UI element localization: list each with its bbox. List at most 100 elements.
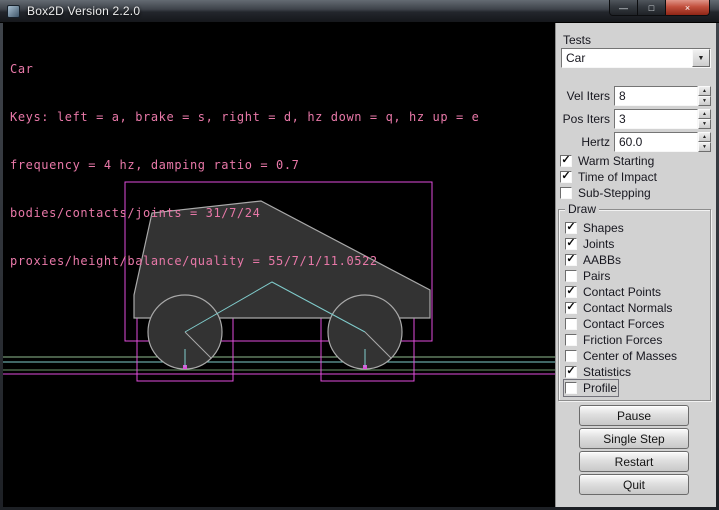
titlebar[interactable]: Box2D Version 2.2.0 — □ × bbox=[0, 0, 719, 23]
checkbox-center-of-masses[interactable]: Center of Masses bbox=[565, 349, 677, 363]
debug-line: Keys: left = a, brake = s, right = d, hz… bbox=[10, 109, 479, 125]
control-panel: Tests Car ▼ Vel Iters 8 ▲ ▼ Pos Iters 3 … bbox=[555, 23, 716, 507]
quit-button[interactable]: Quit bbox=[579, 474, 689, 495]
checkbox-aabbs[interactable]: ✓ AABBs bbox=[565, 253, 621, 267]
vel-iters-input[interactable]: 8 bbox=[614, 86, 698, 106]
vel-iters-up-button[interactable]: ▲ bbox=[698, 86, 711, 96]
checkbox-label: Time of Impact bbox=[578, 170, 657, 184]
minimize-button[interactable]: — bbox=[610, 0, 638, 15]
checkbox-box: ✓ bbox=[565, 302, 577, 314]
check-icon: ✓ bbox=[566, 222, 575, 232]
checkbox-box bbox=[560, 187, 572, 199]
checkbox-contact-points[interactable]: ✓ Contact Points bbox=[565, 285, 661, 299]
single-step-button[interactable]: Single Step bbox=[579, 428, 689, 449]
checkbox-box: ✓ bbox=[565, 286, 577, 298]
checkbox-profile[interactable]: Profile bbox=[565, 381, 617, 395]
debug-text-overlay: Car Keys: left = a, brake = s, right = d… bbox=[10, 29, 479, 301]
checkbox-box bbox=[565, 270, 577, 282]
checkbox-warm-starting[interactable]: ✓ Warm Starting bbox=[560, 154, 654, 168]
app-icon bbox=[7, 5, 20, 18]
close-button[interactable]: × bbox=[666, 0, 709, 15]
checkbox-contact-forces[interactable]: Contact Forces bbox=[565, 317, 664, 331]
tests-dropdown[interactable]: Car ▼ bbox=[561, 48, 711, 68]
checkbox-label: Joints bbox=[583, 237, 614, 251]
vel-iters-down-button[interactable]: ▼ bbox=[698, 96, 711, 106]
draw-group-title: Draw bbox=[565, 202, 599, 216]
arrow-down-icon: ▼ bbox=[702, 144, 707, 150]
maximize-button[interactable]: □ bbox=[638, 0, 666, 15]
checkbox-box: ✓ bbox=[565, 366, 577, 378]
checkbox-box: ✓ bbox=[560, 171, 572, 183]
checkbox-label: Profile bbox=[583, 381, 617, 395]
checkbox-label: Statistics bbox=[583, 365, 631, 379]
chevron-down-icon: ▼ bbox=[698, 55, 705, 62]
checkbox-label: Contact Normals bbox=[583, 301, 672, 315]
arrow-up-icon: ▲ bbox=[702, 88, 707, 94]
restart-button[interactable]: Restart bbox=[579, 451, 689, 472]
arrow-down-icon: ▼ bbox=[702, 121, 707, 127]
checkbox-label: Friction Forces bbox=[583, 333, 662, 347]
debug-line: bodies/contacts/joints = 31/7/24 bbox=[10, 205, 479, 221]
checkbox-box bbox=[565, 334, 577, 346]
checkbox-box bbox=[565, 382, 577, 394]
checkbox-box bbox=[565, 350, 577, 362]
check-icon: ✓ bbox=[561, 155, 570, 165]
debug-line: proxies/height/balance/quality = 55/7/1/… bbox=[10, 253, 479, 269]
hertz-down-button[interactable]: ▼ bbox=[698, 142, 711, 152]
check-icon: ✓ bbox=[566, 366, 575, 376]
checkbox-box: ✓ bbox=[560, 155, 572, 167]
check-icon: ✓ bbox=[566, 254, 575, 264]
checkbox-label: Warm Starting bbox=[578, 154, 654, 168]
hertz-stepper: ▲ ▼ bbox=[698, 132, 711, 152]
checkbox-contact-normals[interactable]: ✓ Contact Normals bbox=[565, 301, 672, 315]
check-icon: ✓ bbox=[561, 171, 570, 181]
check-icon: ✓ bbox=[566, 238, 575, 248]
pos-iters-row: Pos Iters 3 ▲ ▼ bbox=[556, 109, 713, 129]
dropdown-button[interactable]: ▼ bbox=[692, 49, 710, 67]
window-title: Box2D Version 2.2.0 bbox=[27, 4, 140, 18]
hertz-up-button[interactable]: ▲ bbox=[698, 132, 711, 142]
check-icon: ✓ bbox=[566, 286, 575, 296]
pos-iters-down-button[interactable]: ▼ bbox=[698, 119, 711, 129]
debug-line: frequency = 4 hz, damping ratio = 0.7 bbox=[10, 157, 479, 173]
checkbox-label: Pairs bbox=[583, 269, 610, 283]
checkbox-joints[interactable]: ✓ Joints bbox=[565, 237, 614, 251]
tests-label: Tests bbox=[563, 33, 591, 47]
checkbox-friction-forces[interactable]: Friction Forces bbox=[565, 333, 662, 347]
pos-iters-input[interactable]: 3 bbox=[614, 109, 698, 129]
checkbox-label: Sub-Stepping bbox=[578, 186, 651, 200]
tests-selected-value: Car bbox=[562, 51, 692, 65]
checkbox-label: Shapes bbox=[583, 221, 624, 235]
maximize-icon: □ bbox=[649, 3, 654, 13]
checkbox-box: ✓ bbox=[565, 254, 577, 266]
checkbox-shapes[interactable]: ✓ Shapes bbox=[565, 221, 624, 235]
pos-iters-stepper: ▲ ▼ bbox=[698, 109, 711, 129]
checkbox-pairs[interactable]: Pairs bbox=[565, 269, 610, 283]
checkbox-label: Center of Masses bbox=[583, 349, 677, 363]
debug-line: Car bbox=[10, 61, 479, 77]
arrow-down-icon: ▼ bbox=[702, 98, 707, 104]
pos-iters-label: Pos Iters bbox=[556, 112, 610, 126]
hertz-input[interactable]: 60.0 bbox=[614, 132, 698, 152]
vel-iters-label: Vel Iters bbox=[556, 89, 610, 103]
pos-iters-up-button[interactable]: ▲ bbox=[698, 109, 711, 119]
checkbox-box bbox=[565, 318, 577, 330]
vel-iters-stepper: ▲ ▼ bbox=[698, 86, 711, 106]
simulation-canvas[interactable]: Car Keys: left = a, brake = s, right = d… bbox=[3, 23, 555, 507]
checkbox-label: AABBs bbox=[583, 253, 621, 267]
arrow-up-icon: ▲ bbox=[702, 111, 707, 117]
arrow-up-icon: ▲ bbox=[702, 134, 707, 140]
window-controls: — □ × bbox=[609, 0, 710, 16]
checkbox-sub-stepping[interactable]: Sub-Stepping bbox=[560, 186, 651, 200]
hertz-label: Hertz bbox=[556, 135, 610, 149]
pause-button[interactable]: Pause bbox=[579, 405, 689, 426]
check-icon: ✓ bbox=[566, 302, 575, 312]
vel-iters-row: Vel Iters 8 ▲ ▼ bbox=[556, 86, 713, 106]
checkbox-time-of-impact[interactable]: ✓ Time of Impact bbox=[560, 170, 657, 184]
checkbox-label: Contact Points bbox=[583, 285, 661, 299]
checkbox-label: Contact Forces bbox=[583, 317, 664, 331]
checkbox-statistics[interactable]: ✓ Statistics bbox=[565, 365, 631, 379]
hertz-row: Hertz 60.0 ▲ ▼ bbox=[556, 132, 713, 152]
checkbox-box: ✓ bbox=[565, 238, 577, 250]
checkbox-box: ✓ bbox=[565, 222, 577, 234]
